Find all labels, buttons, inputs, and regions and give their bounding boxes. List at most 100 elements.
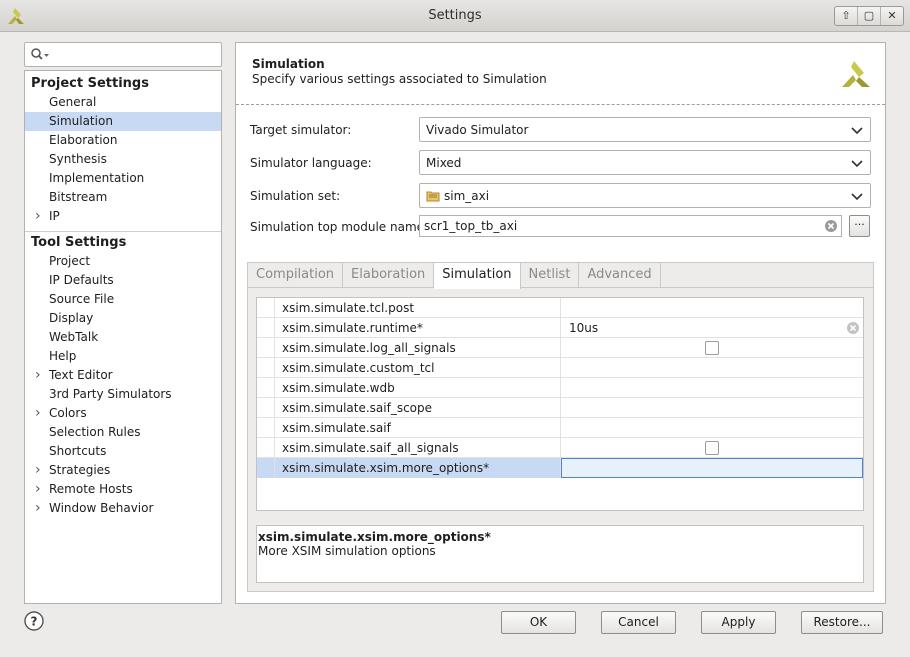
sidebar-item-bitstream[interactable]: Bitstream xyxy=(25,188,221,207)
svg-text:?: ? xyxy=(31,615,38,629)
chevron-right-icon[interactable]: › xyxy=(35,207,41,226)
browse-button[interactable]: ··· xyxy=(849,215,870,237)
table-row[interactable]: xsim.simulate.xsim.more_options* xyxy=(257,458,863,478)
clear-icon[interactable] xyxy=(824,219,838,233)
row-gutter xyxy=(257,458,275,478)
window-controls: ⇧ ▢ ✕ xyxy=(834,6,904,26)
target-simulator-select[interactable]: Vivado Simulator xyxy=(419,117,871,142)
help-icon[interactable]: ? xyxy=(24,611,44,631)
property-value[interactable] xyxy=(561,298,863,318)
cancel-button[interactable]: Cancel xyxy=(601,611,676,634)
sidebar-item-label: Strategies xyxy=(49,463,111,477)
sidebar-item-label: Bitstream xyxy=(49,190,108,204)
property-checkbox[interactable] xyxy=(705,341,719,355)
table-row[interactable]: xsim.simulate.custom_tcl xyxy=(257,358,863,378)
window-title: Settings xyxy=(428,8,482,23)
search-icon xyxy=(31,48,49,60)
close-icon[interactable]: ✕ xyxy=(881,7,903,25)
sidebar-item-synthesis[interactable]: Synthesis xyxy=(25,150,221,169)
property-value[interactable] xyxy=(561,458,863,478)
property-checkbox[interactable] xyxy=(705,441,719,455)
chevron-right-icon[interactable]: › xyxy=(35,499,41,518)
maximize-icon[interactable]: ⇧ xyxy=(835,7,858,25)
tab-netlist[interactable]: Netlist xyxy=(521,263,580,288)
sidebar-item-label: Colors xyxy=(49,406,87,420)
sidebar-item-colors[interactable]: › Colors xyxy=(25,404,221,423)
target-simulator-label: Target simulator: xyxy=(250,123,352,137)
title-bar: Settings ⇧ ▢ ✕ xyxy=(0,0,910,32)
properties-table: xsim.simulate.tcl.post xsim.simulate.runt… xyxy=(256,297,864,511)
page-header: Simulation Specify various settings asso… xyxy=(236,43,885,105)
table-row[interactable]: xsim.simulate.saif_all_signals xyxy=(257,438,863,458)
clear-icon[interactable] xyxy=(846,321,860,335)
sidebar-item-simulation[interactable]: Simulation xyxy=(25,112,221,131)
sidebar-item-label: Source File xyxy=(49,292,115,306)
ok-button[interactable]: OK xyxy=(501,611,576,634)
restore-icon[interactable]: ▢ xyxy=(858,7,881,25)
main-panel: Simulation Specify various settings asso… xyxy=(235,42,886,604)
sidebar-item-elaboration[interactable]: Elaboration xyxy=(25,131,221,150)
sidebar-item-webtalk[interactable]: WebTalk xyxy=(25,328,221,347)
tab-compilation[interactable]: Compilation xyxy=(248,263,344,288)
search-input[interactable] xyxy=(24,42,222,67)
table-row[interactable]: xsim.simulate.runtime* 10us xyxy=(257,318,863,338)
sidebar-item-strategies[interactable]: › Strategies xyxy=(25,461,221,480)
table-row[interactable]: xsim.simulate.log_all_signals xyxy=(257,338,863,358)
sidebar-item-ip-defaults[interactable]: IP Defaults xyxy=(25,271,221,290)
chevron-right-icon[interactable]: › xyxy=(35,461,41,480)
sidebar-item-3rd-party-simulators[interactable]: 3rd Party Simulators xyxy=(25,385,221,404)
tool-settings-header: Tool Settings xyxy=(25,231,221,252)
sidebar-item-shortcuts[interactable]: Shortcuts xyxy=(25,442,221,461)
sidebar-item-general[interactable]: General xyxy=(25,93,221,112)
chevron-right-icon[interactable]: › xyxy=(35,404,41,423)
property-description: xsim.simulate.xsim.more_options* More XS… xyxy=(256,525,864,583)
chevron-right-icon[interactable]: › xyxy=(35,366,41,385)
sidebar-item-text-editor[interactable]: › Text Editor xyxy=(25,366,221,385)
top-module-input[interactable]: scr1_top_tb_axi xyxy=(419,215,842,237)
simulation-set-select[interactable]: sim_axi xyxy=(419,183,871,208)
sidebar-item-selection-rules[interactable]: Selection Rules xyxy=(25,423,221,442)
folder-icon xyxy=(426,191,440,202)
row-gutter xyxy=(257,438,275,458)
sidebar-item-remote-hosts[interactable]: › Remote Hosts xyxy=(25,480,221,499)
sidebar-item-label: General xyxy=(49,95,97,109)
options-tabs: Compilation Elaboration Simulation Netlist A… xyxy=(247,262,874,592)
sidebar-item-ip[interactable]: › IP xyxy=(25,207,221,226)
sidebar-item-window-behavior[interactable]: › Window Behavior xyxy=(25,499,221,518)
property-value[interactable] xyxy=(561,438,863,458)
restore-button[interactable]: Restore... xyxy=(801,611,883,634)
property-name: xsim.simulate.custom_tcl xyxy=(257,358,561,378)
chevron-right-icon[interactable]: › xyxy=(35,480,41,499)
simulator-language-label: Simulator language: xyxy=(250,156,372,170)
table-row[interactable]: xsim.simulate.tcl.post xyxy=(257,298,863,318)
property-value[interactable] xyxy=(561,338,863,358)
chevron-down-icon xyxy=(851,160,863,168)
sidebar-item-display[interactable]: Display xyxy=(25,309,221,328)
row-gutter xyxy=(257,338,275,358)
simulator-language-select[interactable]: Mixed xyxy=(419,150,871,175)
sidebar-item-implementation[interactable]: Implementation xyxy=(25,169,221,188)
sidebar-item-source-file[interactable]: Source File xyxy=(25,290,221,309)
tab-simulation[interactable]: Simulation xyxy=(434,263,521,289)
property-value[interactable] xyxy=(561,378,863,398)
table-row[interactable]: xsim.simulate.saif xyxy=(257,418,863,438)
property-value[interactable]: 10us xyxy=(561,318,863,338)
row-gutter xyxy=(257,358,275,378)
property-name: xsim.simulate.runtime* xyxy=(257,318,561,338)
property-value[interactable] xyxy=(561,398,863,418)
apply-button[interactable]: Apply xyxy=(701,611,776,634)
tab-elaboration[interactable]: Elaboration xyxy=(343,263,435,288)
top-module-value: scr1_top_tb_axi xyxy=(424,219,518,233)
sidebar-item-label: IP xyxy=(49,209,60,223)
tab-advanced[interactable]: Advanced xyxy=(579,263,661,288)
sidebar-item-help[interactable]: Help xyxy=(25,347,221,366)
property-value[interactable] xyxy=(561,418,863,438)
table-row[interactable]: xsim.simulate.wdb xyxy=(257,378,863,398)
row-gutter xyxy=(257,418,275,438)
sidebar-item-project[interactable]: Project xyxy=(25,252,221,271)
property-value[interactable] xyxy=(561,358,863,378)
simulation-set-value: sim_axi xyxy=(444,189,490,203)
table-row[interactable]: xsim.simulate.saif_scope xyxy=(257,398,863,418)
simulation-set-label: Simulation set: xyxy=(250,189,341,203)
sidebar-item-label: Project xyxy=(49,254,91,268)
